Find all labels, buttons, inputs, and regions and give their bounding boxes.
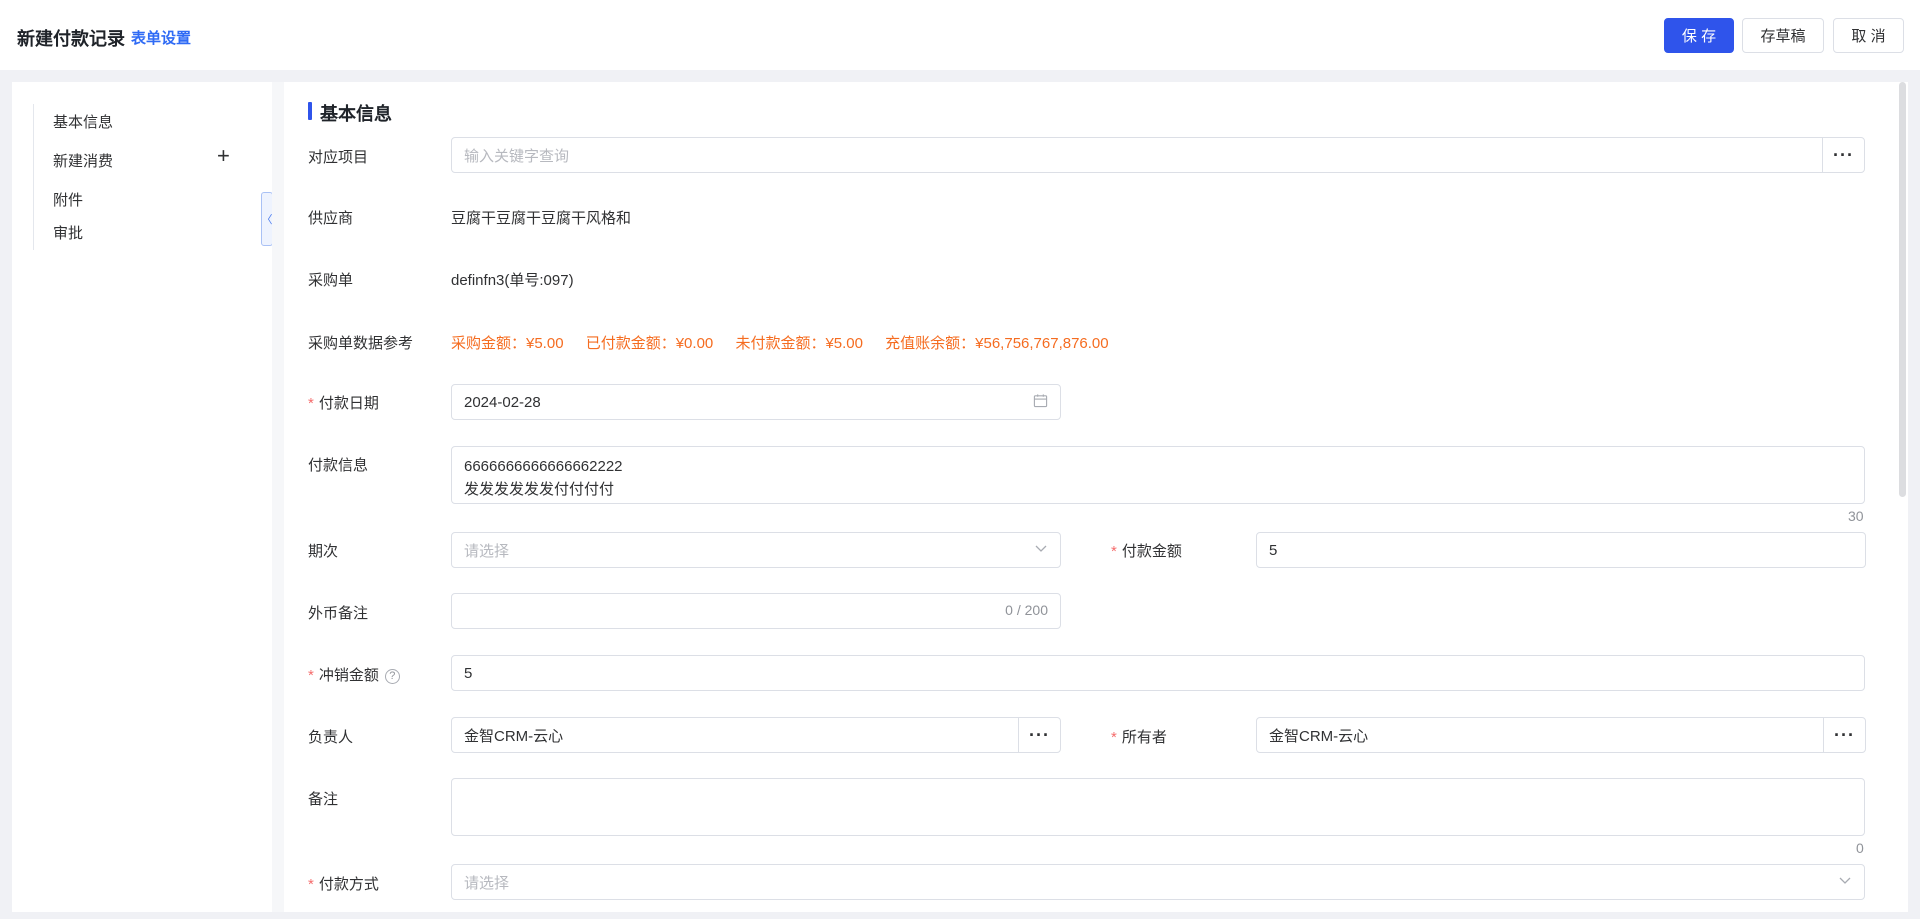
anchor-sidebar: 基本信息 新建消费 + 附件 审批 〈 bbox=[12, 82, 273, 912]
form-settings-link[interactable]: 表单设置 bbox=[131, 27, 191, 48]
scrollbar[interactable] bbox=[1899, 82, 1906, 497]
offset-amount-input[interactable]: 5 bbox=[451, 655, 1865, 691]
payment-info-line-1: 6666666666666662222 bbox=[464, 458, 623, 475]
fx-note-label: 外币备注 bbox=[308, 605, 369, 622]
more-icon[interactable]: ··· bbox=[1018, 718, 1060, 752]
payment-date-picker[interactable]: 2024-02-28 bbox=[451, 384, 1061, 420]
sidebar-item-new-expense[interactable]: 新建消费 bbox=[53, 150, 113, 171]
chevron-down-icon bbox=[1838, 873, 1852, 890]
sidebar-item-attachment[interactable]: 附件 bbox=[53, 189, 83, 210]
remark-label: 备注 bbox=[308, 791, 339, 808]
more-icon[interactable]: ··· bbox=[1822, 138, 1864, 172]
responsible-label: 负责人 bbox=[308, 729, 354, 746]
offset-amount-label-text: 冲销金额 bbox=[318, 667, 379, 684]
save-draft-button[interactable]: 存草稿 bbox=[1742, 18, 1824, 53]
payment-info-textarea[interactable]: 6666666666666662222 发发发发发发付付付付 bbox=[451, 446, 1865, 504]
purchase-order-value: definfn3(单号:097) bbox=[451, 272, 574, 289]
section-title: 基本信息 bbox=[308, 100, 392, 126]
payment-method-placeholder: 请选择 bbox=[464, 874, 510, 892]
owner-input[interactable]: 金智CRM-云心 ··· bbox=[1256, 717, 1866, 753]
more-icon[interactable]: ··· bbox=[1823, 718, 1865, 752]
payment-date-value: 2024-02-28 bbox=[464, 393, 541, 411]
payment-date-label-text: 付款日期 bbox=[318, 395, 379, 412]
project-label: 对应项目 bbox=[308, 149, 369, 166]
period-placeholder: 请选择 bbox=[464, 542, 510, 560]
responsible-value: 金智CRM-云心 bbox=[464, 727, 564, 745]
sidebar-divider bbox=[33, 104, 34, 250]
project-input[interactable]: 输入关键字查询 ··· bbox=[451, 137, 1865, 173]
period-label: 期次 bbox=[308, 543, 339, 560]
owner-value: 金智CRM-云心 bbox=[1269, 727, 1369, 745]
purchase-amount: 采购金额：¥5.00 bbox=[451, 335, 564, 352]
calendar-icon[interactable] bbox=[1033, 393, 1048, 411]
payment-method-label: * 付款方式 bbox=[308, 873, 379, 894]
offset-amount-label: * 冲销金额? bbox=[308, 664, 400, 685]
payment-info-line-2: 发发发发发发付付付付 bbox=[464, 481, 615, 498]
offset-amount-value: 5 bbox=[464, 664, 473, 682]
help-icon[interactable]: ? bbox=[384, 668, 400, 684]
required-mark: * bbox=[308, 667, 314, 684]
save-button[interactable]: 保 存 bbox=[1664, 18, 1734, 53]
required-mark: * bbox=[1111, 543, 1117, 560]
payment-info-label: 付款信息 bbox=[308, 457, 369, 474]
po-reference-label: 采购单数据参考 bbox=[308, 335, 414, 352]
recharge-balance: 充值账余额：¥56,756,767,876.00 bbox=[885, 335, 1109, 352]
remark-textarea[interactable] bbox=[451, 778, 1865, 836]
payment-amount-label-text: 付款金额 bbox=[1121, 543, 1182, 560]
payment-date-label: * 付款日期 bbox=[308, 392, 379, 413]
payment-info-counter: 30 bbox=[1848, 508, 1864, 524]
payment-amount-value: 5 bbox=[1269, 541, 1278, 559]
unpaid-amount: 未付款金额：¥5.00 bbox=[735, 335, 863, 352]
supplier-value: 豆腐干豆腐干豆腐干风格和 bbox=[451, 210, 632, 227]
payment-method-label-text: 付款方式 bbox=[318, 876, 379, 893]
required-mark: * bbox=[308, 876, 314, 893]
payment-amount-input[interactable]: 5 bbox=[1256, 532, 1866, 568]
required-mark: * bbox=[308, 395, 314, 412]
po-reference-values: 采购金额：¥5.00 已付款金额：¥0.00 未付款金额：¥5.00 充值账余额… bbox=[451, 332, 1127, 353]
cancel-button[interactable]: 取 消 bbox=[1833, 18, 1904, 53]
period-select[interactable]: 请选择 bbox=[451, 532, 1061, 568]
purchase-order-label: 采购单 bbox=[308, 272, 354, 289]
top-bar: 新建付款记录 表单设置 保 存 存草稿 取 消 bbox=[0, 0, 1920, 70]
remark-counter: 0 bbox=[1856, 840, 1864, 856]
owner-label: * 所有者 bbox=[1111, 726, 1167, 747]
owner-label-text: 所有者 bbox=[1121, 729, 1167, 746]
fx-note-input[interactable]: 0 / 200 bbox=[451, 593, 1061, 629]
page-title: 新建付款记录 bbox=[17, 29, 125, 49]
chevron-down-icon bbox=[1034, 541, 1048, 558]
supplier-label: 供应商 bbox=[308, 210, 354, 227]
payment-method-select[interactable]: 请选择 bbox=[451, 864, 1865, 900]
project-placeholder: 输入关键字查询 bbox=[464, 147, 570, 165]
paid-amount: 已付款金额：¥0.00 bbox=[585, 335, 714, 352]
plus-icon[interactable]: + bbox=[217, 145, 230, 167]
responsible-input[interactable]: 金智CRM-云心 ··· bbox=[451, 717, 1061, 753]
sidebar-item-approval[interactable]: 审批 bbox=[53, 222, 83, 243]
payment-amount-label: * 付款金额 bbox=[1111, 540, 1182, 561]
fx-note-counter: 0 / 200 bbox=[1005, 602, 1048, 618]
required-mark: * bbox=[1111, 729, 1117, 746]
sidebar-item-basic-info[interactable]: 基本信息 bbox=[53, 111, 113, 132]
